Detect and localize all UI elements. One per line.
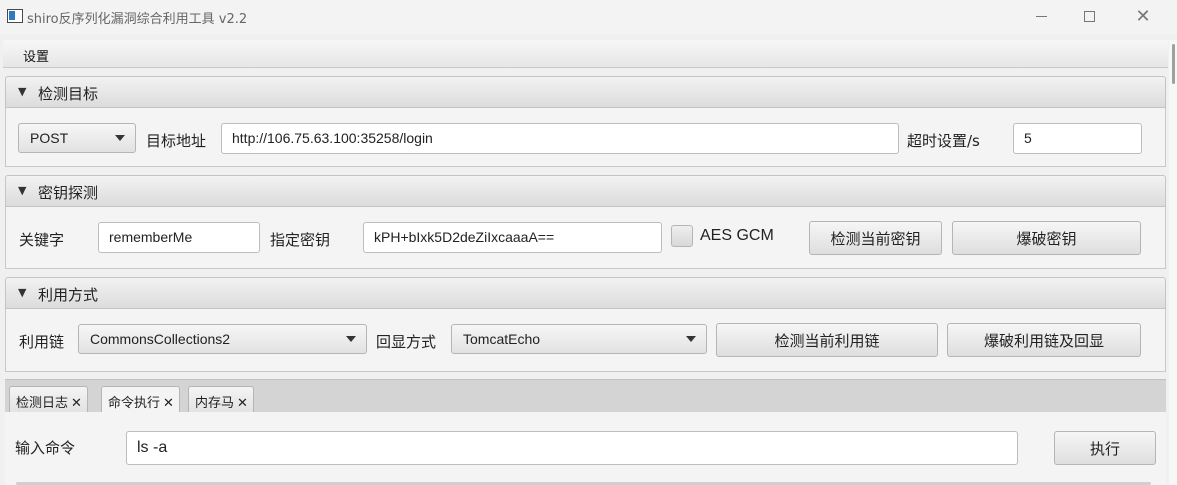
echo-label: 回显方式 [376, 333, 437, 351]
brute-key-button[interactable]: 爆破密钥 [952, 221, 1141, 255]
chevron-down-icon [346, 336, 356, 342]
check-chain-button[interactable]: 检测当前利用链 [716, 323, 938, 357]
aes-gcm-checkbox[interactable] [671, 225, 693, 247]
brute-chain-button[interactable]: 爆破利用链及回显 [947, 323, 1141, 357]
key-pane-title: 密钥探测 [38, 184, 99, 202]
timeout-label: 超时设置/s [907, 132, 980, 150]
menu-settings[interactable]: 设置 [23, 46, 49, 65]
keyword-input[interactable]: rememberMe [98, 222, 260, 253]
key-pane-body: 关键字 rememberMe 指定密钥 kPH+bIxk5D2deZiIxcaa… [5, 207, 1166, 269]
target-pane-header[interactable]: ▼ 检测目标 [5, 76, 1166, 108]
collapse-arrow-icon: ▼ [18, 286, 27, 299]
tab-label: 命令执行 [108, 396, 161, 411]
chevron-down-icon [686, 336, 696, 342]
target-pane-body: POST 目标地址 http://106.75.63.100:35258/log… [5, 108, 1166, 167]
key-input[interactable]: kPH+bIxk5D2deZiIxcaaaA== [363, 222, 662, 253]
timeout-input[interactable]: 5 [1013, 123, 1142, 154]
app-icon [7, 9, 23, 23]
method-select[interactable]: POST [18, 123, 136, 153]
collapse-arrow-icon: ▼ [18, 85, 27, 98]
check-key-button[interactable]: 检测当前密钥 [809, 221, 942, 255]
tab-detect-log[interactable]: 检测日志 ✕ [9, 386, 88, 413]
chain-select[interactable]: CommonsCollections2 [78, 324, 367, 354]
exploit-pane-title: 利用方式 [38, 286, 99, 304]
minimize-icon [1035, 15, 1047, 17]
url-input[interactable]: http://106.75.63.100:35258/login [221, 123, 899, 154]
exploit-pane-body: 利用链 CommonsCollections2 回显方式 TomcatEcho … [5, 309, 1166, 372]
target-pane-title: 检测目标 [38, 85, 99, 103]
close-icon[interactable]: ✕ [71, 396, 82, 411]
menu-bar: 设置 [3, 40, 1168, 68]
maximize-button[interactable] [1066, 0, 1112, 32]
close-icon: ✕ [1135, 5, 1151, 27]
key-pane-header[interactable]: ▼ 密钥探测 [5, 175, 1166, 207]
close-icon[interactable]: ✕ [163, 396, 174, 411]
close-icon[interactable]: ✕ [237, 396, 248, 411]
aes-gcm-label: AES GCM [700, 227, 774, 244]
tab-memshell[interactable]: 内存马 ✕ [188, 386, 254, 413]
scrollbar-thumb[interactable] [1172, 44, 1175, 84]
chain-value: CommonsCollections2 [90, 331, 231, 347]
tab-label: 内存马 [195, 396, 235, 411]
minimize-button[interactable] [1018, 0, 1064, 32]
close-button[interactable]: ✕ [1120, 0, 1166, 32]
tab-label: 检测日志 [16, 396, 69, 411]
url-label: 目标地址 [146, 132, 207, 150]
keyword-label: 关键字 [19, 231, 65, 249]
command-input[interactable]: ls -a [126, 431, 1018, 465]
command-panel: 输入命令 ls -a 执行 [5, 412, 1166, 485]
echo-value: TomcatEcho [463, 331, 541, 347]
command-label: 输入命令 [15, 439, 76, 457]
collapse-arrow-icon: ▼ [18, 184, 27, 197]
echo-select[interactable]: TomcatEcho [451, 324, 707, 354]
tab-command-exec[interactable]: 命令执行 ✕ [101, 386, 180, 413]
tab-strip: 检测日志 ✕ 命令执行 ✕ 内存马 ✕ [5, 379, 1166, 413]
method-value: POST [30, 130, 69, 146]
scrollbar-track[interactable] [1169, 40, 1177, 485]
chevron-down-icon [115, 135, 125, 141]
execute-button[interactable]: 执行 [1054, 431, 1156, 465]
maximize-icon [1083, 10, 1095, 22]
chain-label: 利用链 [19, 333, 65, 351]
key-label: 指定密钥 [270, 231, 331, 249]
exploit-pane-header[interactable]: ▼ 利用方式 [5, 277, 1166, 309]
window-titlebar: shiro反序列化漏洞综合利用工具 v2.2 ✕ [0, 0, 1177, 34]
window-title: shiro反序列化漏洞综合利用工具 v2.2 [27, 12, 248, 27]
